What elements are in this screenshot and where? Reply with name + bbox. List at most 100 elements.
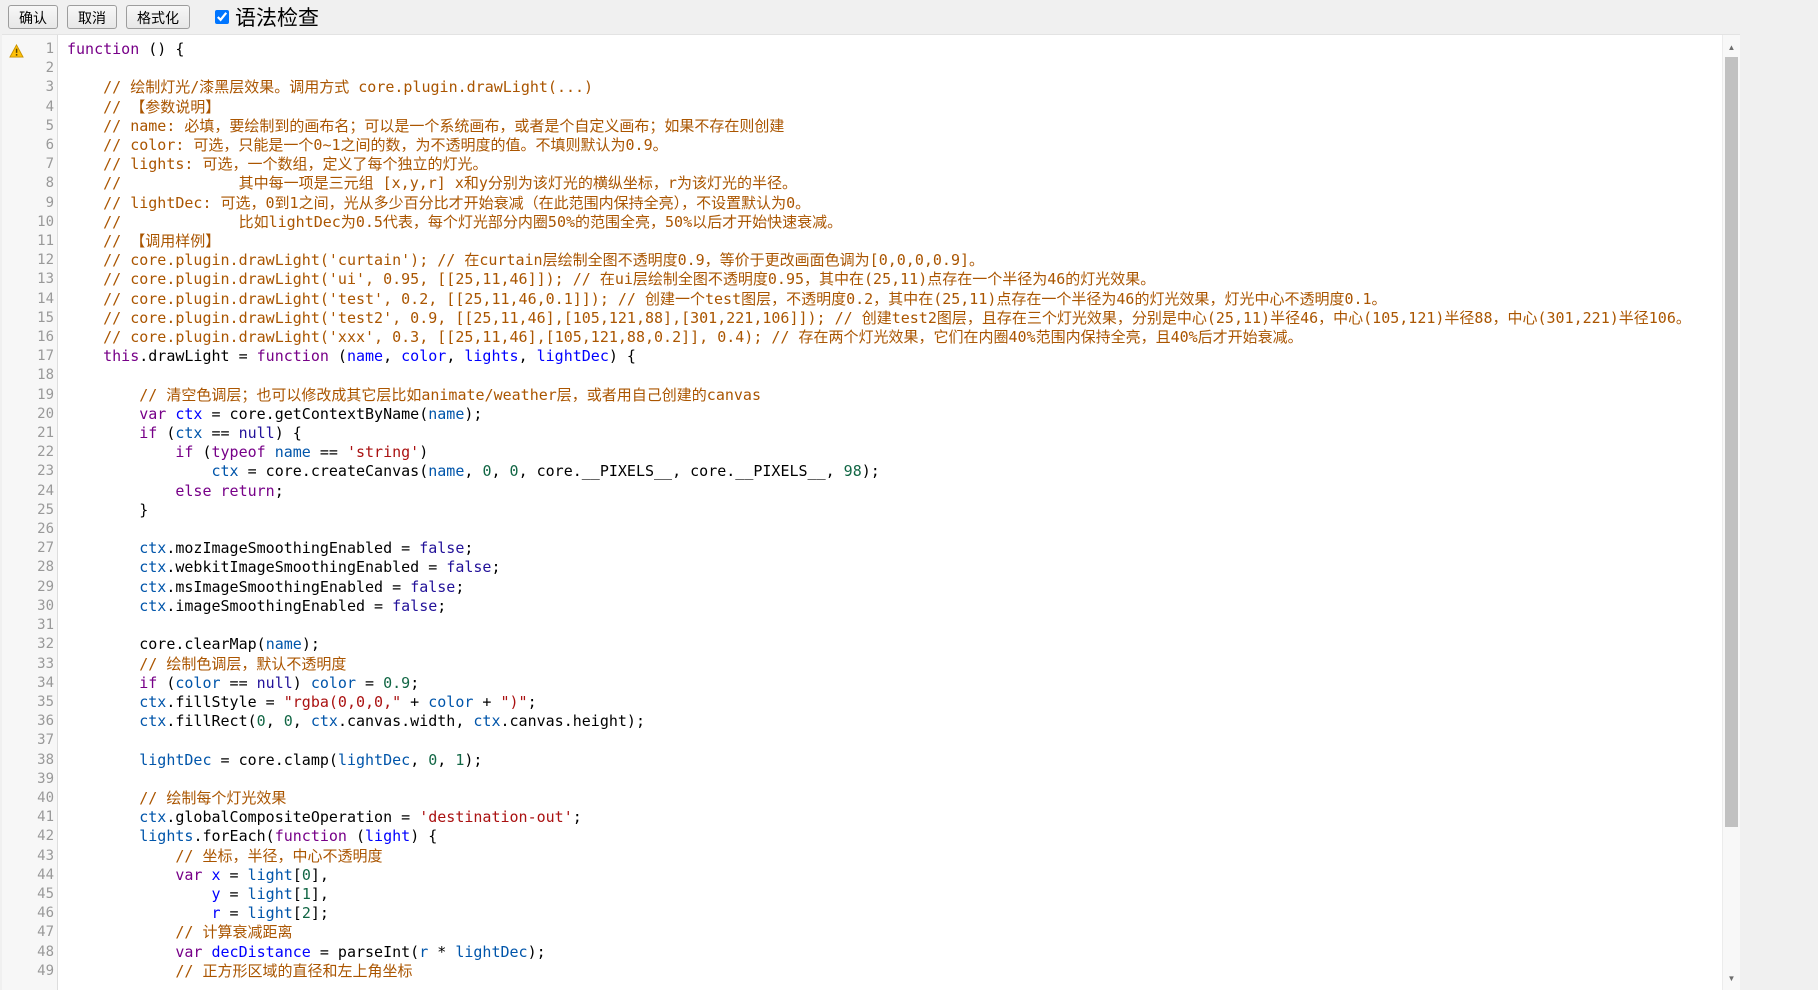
syntax-check-checkbox[interactable] (215, 10, 229, 24)
code-line: 9 // lightDec: 可选，0到1之间，光从多少百分比才开始衰减（在此范… (2, 194, 1723, 213)
code-line-text: if (typeof name == 'string') (61, 443, 1723, 462)
code-line: 18 (2, 366, 1723, 385)
line-number: 39 (30, 770, 61, 789)
line-number: 14 (30, 290, 61, 309)
code-line: 29 ctx.msImageSmoothingEnabled = false; (2, 578, 1723, 597)
confirm-button[interactable]: 确认 (8, 5, 58, 29)
code-line-text: lightDec = core.clamp(lightDec, 0, 1); (61, 751, 1723, 770)
code-line: 4 // 【参数说明】 (2, 98, 1723, 117)
gutter-marker-cell (2, 347, 30, 366)
code-line: 43 // 坐标，半径，中心不透明度 (2, 847, 1723, 866)
gutter-marker-cell (2, 59, 30, 78)
line-number: 4 (30, 98, 61, 117)
line-number: 23 (30, 462, 61, 481)
gutter-marker-cell (2, 904, 30, 923)
code-line-text: r = light[2]; (61, 904, 1723, 923)
code-line: 10 // 比如lightDec为0.5代表，每个灯光部分内圈50%的范围全亮，… (2, 213, 1723, 232)
code-line: 38 lightDec = core.clamp(lightDec, 0, 1)… (2, 751, 1723, 770)
toolbar: 确认 取消 格式化 语法检查 (0, 0, 1818, 34)
code-line-text: ctx = core.createCanvas(name, 0, 0, core… (61, 462, 1723, 481)
code-line: 49 // 正方形区域的直径和左上角坐标 (2, 962, 1723, 981)
scrollbar-thumb[interactable] (1725, 57, 1738, 827)
code-line-text: // 计算衰减距离 (61, 923, 1723, 942)
gutter-marker-cell (2, 558, 30, 577)
code-line-text: // 绘制每个灯光效果 (61, 789, 1723, 808)
code-line-text: // core.plugin.drawLight('xxx', 0.3, [[2… (61, 328, 1723, 347)
code-line: 26 (2, 520, 1723, 539)
code-line-text: ctx.msImageSmoothingEnabled = false; (61, 578, 1723, 597)
code-line: 44 var x = light[0], (2, 866, 1723, 885)
gutter-marker-cell (2, 539, 30, 558)
code-line: 11 // 【调用样例】 (2, 232, 1723, 251)
code-line-text: } (61, 501, 1723, 520)
code-line: 36 ctx.fillRect(0, 0, ctx.canvas.width, … (2, 712, 1723, 731)
code-line-text: ctx.globalCompositeOperation = 'destinat… (61, 808, 1723, 827)
code-line-text: // core.plugin.drawLight('ui', 0.95, [[2… (61, 270, 1723, 289)
line-number: 13 (30, 270, 61, 289)
code-line: 21 if (ctx == null) { (2, 424, 1723, 443)
code-line-text: // 【调用样例】 (61, 232, 1723, 251)
code-editor[interactable]: 1function () {23 // 绘制灯光/漆黑层效果。调用方式 core… (2, 34, 1740, 990)
line-number: 27 (30, 539, 61, 558)
gutter-marker-cell (2, 866, 30, 885)
code-line: 41 ctx.globalCompositeOperation = 'desti… (2, 808, 1723, 827)
code-line-text: // 清空色调层；也可以修改成其它层比如animate/weather层，或者用… (61, 386, 1723, 405)
gutter-marker-cell (2, 443, 30, 462)
scroll-down-button[interactable]: ▼ (1723, 968, 1740, 988)
gutter-marker-cell (2, 674, 30, 693)
code-line-text: // lightDec: 可选，0到1之间，光从多少百分比才开始衰减（在此范围内… (61, 194, 1723, 213)
code-line: 34 if (color == null) color = 0.9; (2, 674, 1723, 693)
cancel-button[interactable]: 取消 (67, 5, 117, 29)
code-line: 33 // 绘制色调层，默认不透明度 (2, 655, 1723, 674)
line-number: 37 (30, 731, 61, 750)
format-button[interactable]: 格式化 (126, 5, 190, 29)
code-line: 12 // core.plugin.drawLight('curtain'); … (2, 251, 1723, 270)
line-number: 16 (30, 328, 61, 347)
gutter-marker-cell (2, 270, 30, 289)
line-number: 42 (30, 827, 61, 846)
code-line-text: if (color == null) color = 0.9; (61, 674, 1723, 693)
code-line: 23 ctx = core.createCanvas(name, 0, 0, c… (2, 462, 1723, 481)
line-number: 40 (30, 789, 61, 808)
line-number: 35 (30, 693, 61, 712)
gutter-marker-cell (2, 424, 30, 443)
code-line-text: core.clearMap(name); (61, 635, 1723, 654)
line-number: 34 (30, 674, 61, 693)
code-line-text: ctx.mozImageSmoothingEnabled = false; (61, 539, 1723, 558)
code-line-text: // color: 可选，只能是一个0~1之间的数，为不透明度的值。不填则默认为… (61, 136, 1723, 155)
line-number: 43 (30, 847, 61, 866)
gutter-marker-cell (2, 78, 30, 97)
code-area[interactable]: 1function () {23 // 绘制灯光/漆黑层效果。调用方式 core… (2, 35, 1723, 990)
code-line-text: // 【参数说明】 (61, 98, 1723, 117)
line-number: 46 (30, 904, 61, 923)
gutter-marker-cell (2, 789, 30, 808)
code-line: 30 ctx.imageSmoothingEnabled = false; (2, 597, 1723, 616)
gutter-marker-cell (2, 386, 30, 405)
gutter-marker-cell (2, 328, 30, 347)
code-line-text: // 比如lightDec为0.5代表，每个灯光部分内圈50%的范围全亮，50%… (61, 213, 1723, 232)
code-line: 24 else return; (2, 482, 1723, 501)
vertical-scrollbar[interactable]: ▲ ▼ (1722, 35, 1740, 990)
lint-warning-icon (2, 40, 30, 59)
code-line: 13 // core.plugin.drawLight('ui', 0.95, … (2, 270, 1723, 289)
line-number: 19 (30, 386, 61, 405)
gutter-marker-cell (2, 655, 30, 674)
code-line: 48 var decDistance = parseInt(r * lightD… (2, 943, 1723, 962)
gutter-marker-cell (2, 174, 30, 193)
line-number: 25 (30, 501, 61, 520)
gutter-marker-cell (2, 923, 30, 942)
triangle-up-icon: ▲ (1728, 43, 1736, 52)
line-number: 31 (30, 616, 61, 635)
code-line: 37 (2, 731, 1723, 750)
code-line: 17 this.drawLight = function (name, colo… (2, 347, 1723, 366)
gutter-marker-cell (2, 808, 30, 827)
code-line: 28 ctx.webkitImageSmoothingEnabled = fal… (2, 558, 1723, 577)
line-number: 1 (30, 40, 61, 59)
line-number: 26 (30, 520, 61, 539)
gutter-marker-cell (2, 136, 30, 155)
gutter-marker-cell (2, 731, 30, 750)
syntax-check-label: 语法检查 (235, 2, 319, 32)
scroll-up-button[interactable]: ▲ (1723, 37, 1740, 57)
code-line-text: if (ctx == null) { (61, 424, 1723, 443)
gutter-marker-cell (2, 501, 30, 520)
